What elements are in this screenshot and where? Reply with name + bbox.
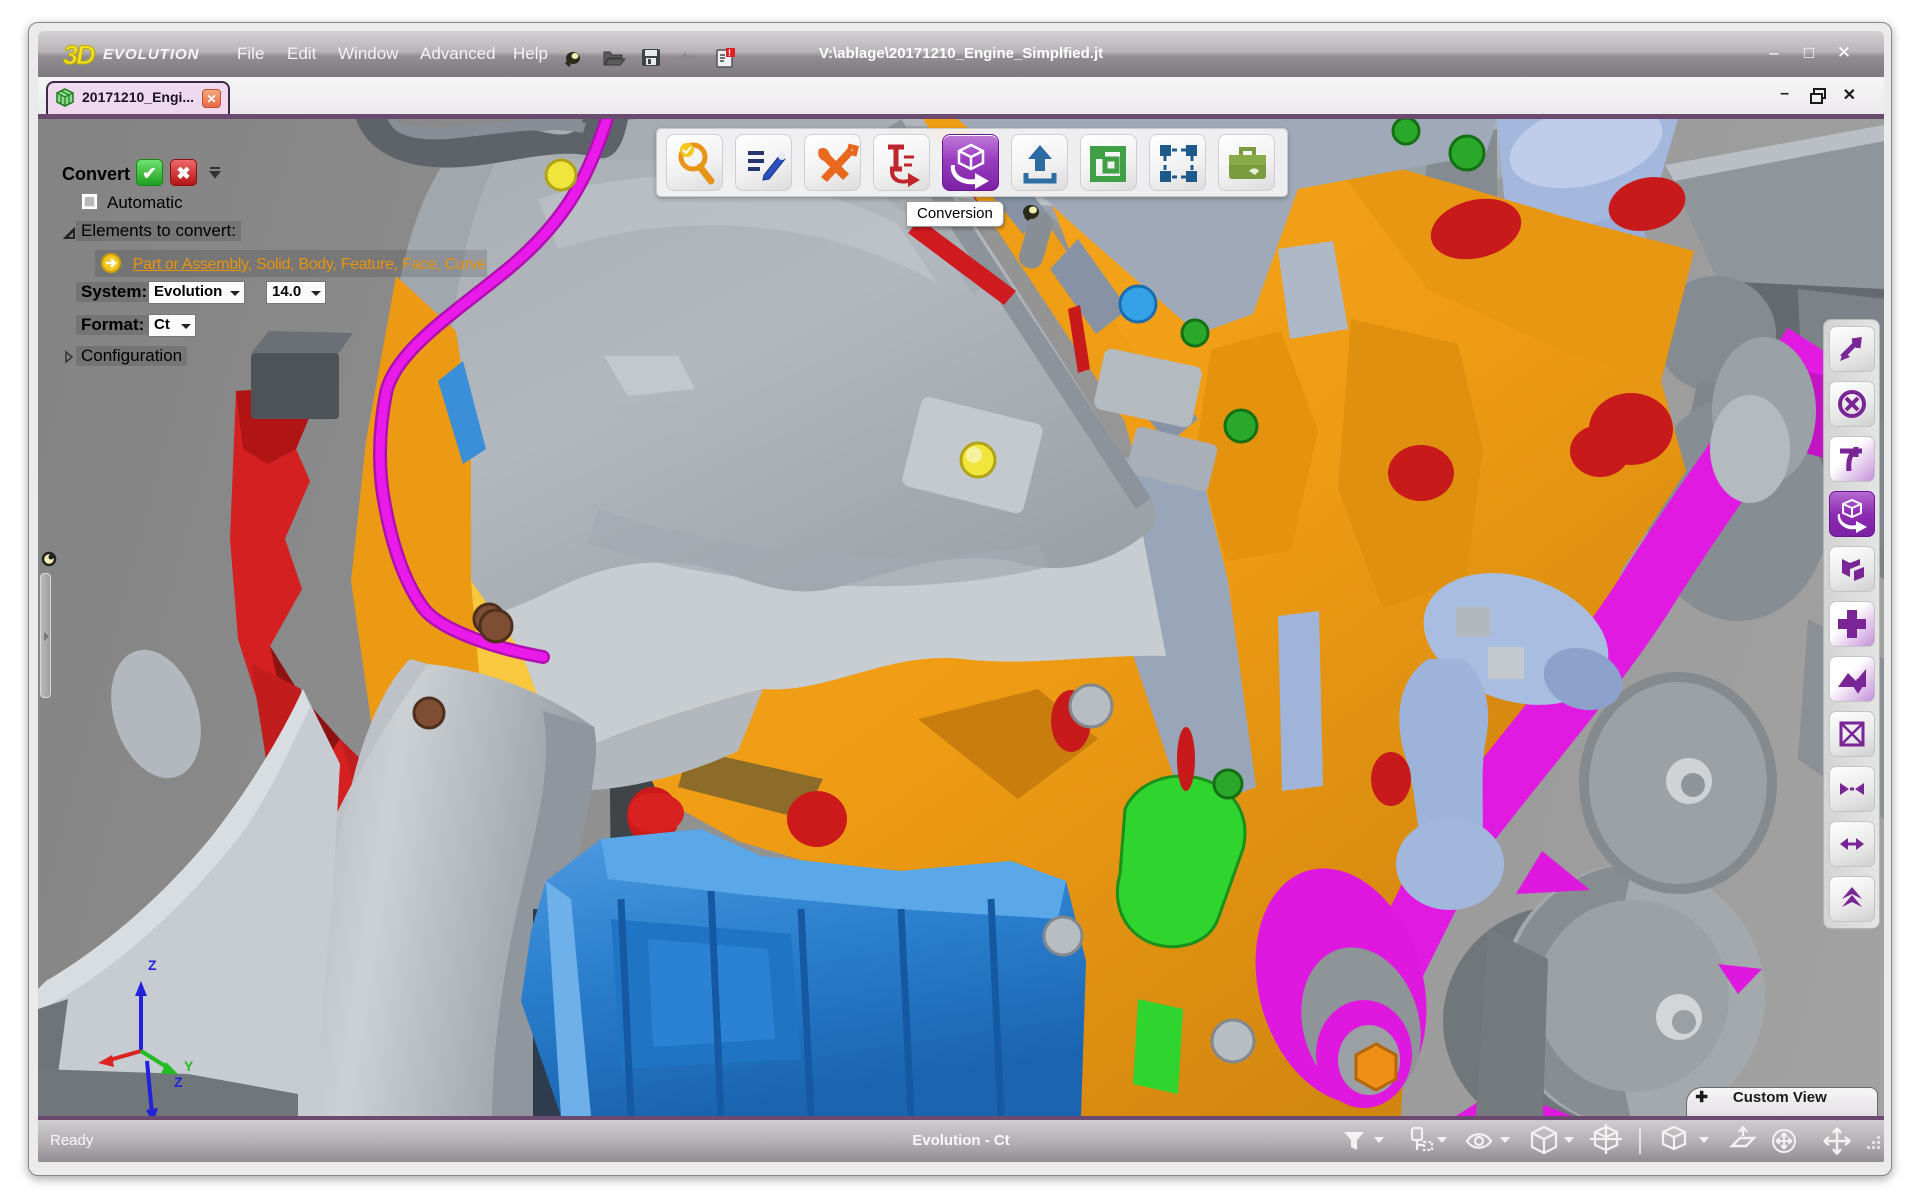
svg-text:Z: Z [174, 1074, 183, 1090]
svg-text:Y: Y [184, 1058, 194, 1074]
svg-text:Z: Z [148, 957, 157, 973]
